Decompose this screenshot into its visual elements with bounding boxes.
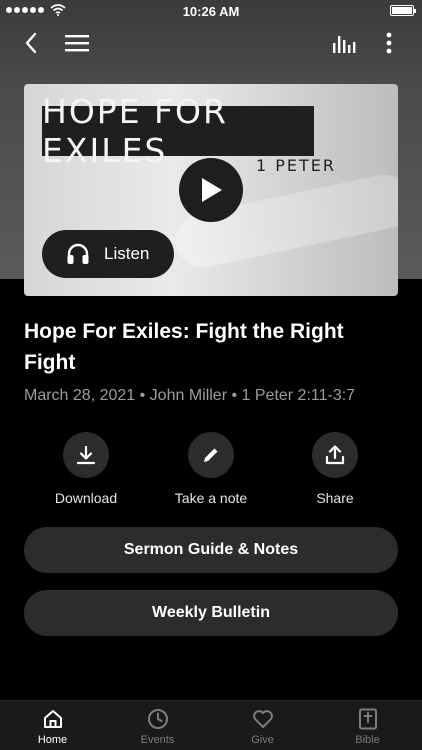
listen-label: Listen [104,244,150,263]
tab-events-label: Events [140,734,175,746]
artwork-title-box: HOPE FOR EXILES [42,92,314,170]
chevron-left-icon [25,32,37,54]
tab-events[interactable]: Events [105,701,210,750]
back-button[interactable] [14,26,48,60]
bible-icon [358,708,377,730]
more-options-button[interactable] [372,26,406,60]
headphones-icon [67,243,89,264]
take-note-label: Take a note [174,490,248,506]
sermon-guide-button[interactable]: Sermon Guide & Notes [24,527,398,573]
sermon-title: Hope For Exiles: Fight the Right Fight [24,320,344,374]
download-button[interactable] [63,432,109,478]
share-label: Share [316,490,354,506]
download-label: Download [54,490,118,506]
tab-bar: Home Events Give Bible [0,700,422,750]
sermon-meta: March 28, 2021 • John Miller • 1 Peter 2… [24,387,356,404]
artwork-series-subtitle: 1 PETER [256,156,337,175]
tab-home[interactable]: Home [0,701,105,750]
take-note-button[interactable] [188,432,234,478]
more-vertical-icon [386,32,392,54]
tab-home-label: Home [37,734,68,746]
battery-icon [390,5,416,16]
share-button[interactable] [312,432,358,478]
status-time: 10:26 AM [182,4,240,19]
download-icon [76,445,96,465]
play-icon [202,178,222,202]
share-action[interactable]: Share [275,432,395,506]
take-note-action[interactable]: Take a note [151,432,271,506]
weekly-bulletin-button[interactable]: Weekly Bulletin [24,590,398,636]
clock-icon [147,709,168,729]
menu-button[interactable] [60,26,94,60]
share-icon [325,445,345,465]
tab-bible[interactable]: Bible [315,701,420,750]
sermon-artwork: HOPE FOR EXILES 1 PETER Listen [24,84,398,296]
heart-icon [252,710,273,728]
download-action[interactable]: Download [26,432,146,506]
listen-button[interactable]: Listen [42,230,174,278]
top-nav [0,26,422,60]
tab-give[interactable]: Give [210,701,315,750]
tab-bible-label: Bible [355,734,380,746]
audio-levels-button[interactable] [327,26,361,60]
play-button[interactable] [179,158,243,222]
artwork-series-title: HOPE FOR EXILES [42,92,228,170]
hamburger-menu-icon [65,35,89,52]
home-icon [43,710,62,728]
status-bar: 10:26 AM [0,0,422,22]
pencil-icon [204,448,218,462]
audio-bars-icon [333,36,356,53]
tab-give-label: Give [251,734,274,746]
